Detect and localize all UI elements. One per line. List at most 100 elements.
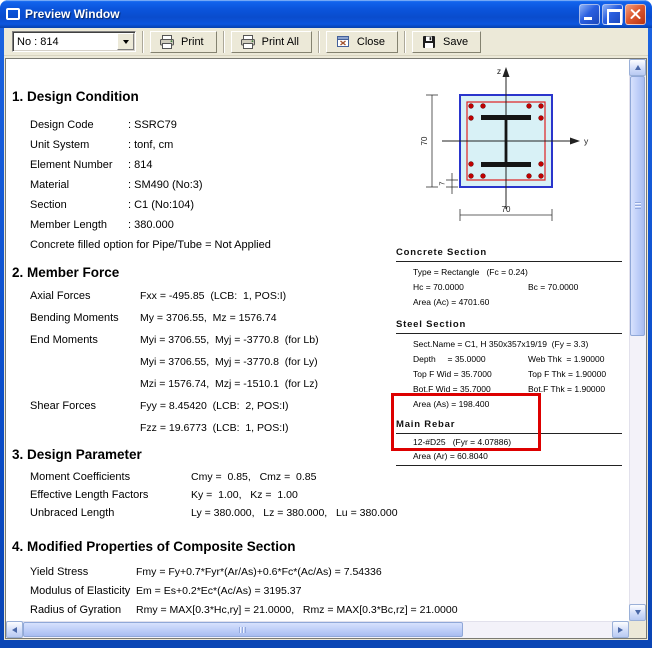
steel-bot-f-thk: Bot.F Thk = 1.90000 bbox=[528, 384, 605, 394]
report-page: 1. Design Condition Design Code : SSRC79… bbox=[6, 59, 629, 621]
row-value: : SM490 (No:3) bbox=[128, 179, 203, 191]
concrete-section-title: Concrete Section bbox=[396, 247, 622, 262]
row-label: Section bbox=[30, 199, 67, 211]
z-axis-label: z bbox=[497, 66, 501, 76]
horizontal-scrollbar[interactable] bbox=[6, 621, 629, 638]
row-formula: Fzz = 19.6773 (LCB: 1, POS:I) bbox=[140, 422, 289, 434]
row-label: Yield Stress bbox=[30, 566, 88, 578]
row-formula: Ky = 1.00, Kz = 1.00 bbox=[191, 489, 298, 501]
steel-top-f-thk: Top F Thk = 1.90000 bbox=[528, 369, 606, 379]
preview-area: 1. Design Condition Design Code : SSRC79… bbox=[5, 58, 647, 639]
row-label: End Moments bbox=[30, 334, 98, 346]
row-label: Modulus of Elasticity bbox=[30, 585, 130, 597]
row-formula: Ly = 380.000, Lz = 380.000, Lu = 380.000 bbox=[191, 507, 398, 519]
row-formula: Myi = 3706.55, Myj = -3770.8 (for Lb) bbox=[140, 334, 319, 346]
z-axis-arrow bbox=[503, 67, 510, 77]
row-label: Effective Length Factors bbox=[30, 489, 148, 501]
cover-dim-label: 7 bbox=[438, 181, 447, 185]
arrow-left-icon bbox=[12, 627, 17, 633]
minimize-button[interactable] bbox=[579, 4, 600, 25]
main-rebar-closing-rule bbox=[396, 465, 622, 466]
arrow-down-icon bbox=[635, 610, 641, 615]
row-formula: Mzi = 1576.74, Mzj = -1510.1 (for Lz) bbox=[140, 378, 318, 390]
width-dim-label: 70 bbox=[502, 205, 511, 214]
main-rebar-title: Main Rebar bbox=[396, 419, 622, 434]
section-title-member-force: 2. Member Force bbox=[12, 265, 119, 280]
row-value: : 380.000 bbox=[128, 219, 174, 231]
row-label: Moment Coefficients bbox=[30, 471, 130, 483]
steel-top-f-wid: Top F Wid = 35.7000 bbox=[413, 369, 492, 379]
section-title-modified-properties: 4. Modified Properties of Composite Sect… bbox=[12, 539, 296, 554]
chevron-down-icon bbox=[123, 40, 129, 44]
combo-dropdown-button[interactable] bbox=[117, 33, 134, 50]
section-title-design-parameter: 3. Design Parameter bbox=[12, 447, 142, 462]
row-label: Radius of Gyration bbox=[30, 604, 121, 616]
row-label: Shear Forces bbox=[30, 400, 96, 412]
row-value: : tonf, cm bbox=[128, 139, 173, 151]
row-label: Element Number bbox=[30, 159, 113, 171]
scroll-right-button[interactable] bbox=[612, 621, 629, 638]
close-icon[interactable] bbox=[625, 4, 646, 25]
row-formula: Myi = 3706.55, Myj = -3770.8 (for Ly) bbox=[140, 356, 318, 368]
toolbar-separator bbox=[223, 31, 225, 53]
height-dim-label: 70 bbox=[420, 136, 429, 145]
element-number-select[interactable]: No : 814 bbox=[12, 31, 136, 52]
preview-window: Preview Window No : 814 Print Print bbox=[0, 0, 652, 648]
steel-web-thk: Web Thk = 1.90000 bbox=[528, 354, 604, 364]
printer-icon bbox=[159, 34, 175, 50]
steel-area: Area (As) = 198.400 bbox=[413, 399, 489, 409]
arrow-right-icon bbox=[618, 627, 623, 633]
scrollbar-corner bbox=[629, 621, 646, 638]
title-bar[interactable]: Preview Window bbox=[0, 0, 652, 28]
print-all-button-label: Print All bbox=[262, 36, 299, 48]
concrete-type: Type = Rectangle (Fc = 0.24) bbox=[413, 267, 528, 277]
row-formula: Cmy = 0.85, Cmz = 0.85 bbox=[191, 471, 316, 483]
section-diagram: 70 z bbox=[396, 63, 622, 237]
row-formula: Fyy = 8.45420 (LCB: 2, POS:I) bbox=[140, 400, 289, 412]
concrete-bc: Bc = 70.0000 bbox=[528, 282, 578, 292]
section-title-design-condition: 1. Design Condition bbox=[12, 89, 139, 104]
vertical-scroll-thumb[interactable] bbox=[630, 76, 645, 336]
row-label: Unbraced Length bbox=[30, 507, 114, 519]
concrete-area: Area (Ac) = 4701.60 bbox=[413, 297, 489, 307]
row-label: Axial Forces bbox=[30, 290, 91, 302]
close-window-icon bbox=[335, 34, 351, 50]
row-label: Bending Moments bbox=[30, 312, 119, 324]
floppy-disk-icon bbox=[421, 34, 437, 50]
row-formula: Em = Es+0.2*Ec*(Ac/As) = 3195.37 bbox=[136, 585, 301, 597]
row-label: Member Length bbox=[30, 219, 107, 231]
printer-icon bbox=[240, 34, 256, 50]
steel-section-title: Steel Section bbox=[396, 319, 622, 334]
main-rebar-area: Area (Ar) = 60.8040 bbox=[413, 451, 488, 461]
row-formula: My = 3706.55, Mz = 1576.74 bbox=[140, 312, 277, 324]
vertical-scrollbar[interactable] bbox=[629, 59, 646, 621]
close-button-label: Close bbox=[357, 36, 385, 48]
row-label: Material bbox=[30, 179, 69, 191]
element-number-value: No : 814 bbox=[13, 36, 117, 48]
arrow-up-icon bbox=[635, 65, 641, 70]
save-button[interactable]: Save bbox=[412, 31, 481, 53]
horizontal-scroll-thumb[interactable] bbox=[23, 622, 463, 637]
close-preview-button[interactable]: Close bbox=[326, 31, 398, 53]
print-button[interactable]: Print bbox=[150, 31, 217, 53]
row-formula: Rmy = MAX[0.3*Hc,ry] = 21.0000, Rmz = MA… bbox=[136, 604, 458, 616]
scroll-left-button[interactable] bbox=[6, 621, 23, 638]
print-all-button[interactable]: Print All bbox=[231, 31, 312, 53]
concrete-hc: Hc = 70.0000 bbox=[413, 282, 464, 292]
toolbar-separator bbox=[318, 31, 320, 53]
row-label: Unit System bbox=[30, 139, 89, 151]
maximize-button[interactable] bbox=[602, 4, 623, 25]
steel-sect-name: Sect.Name = C1, H 350x357x19/19 (Fy = 3.… bbox=[413, 339, 588, 349]
concrete-filled-note: Concrete filled option for Pipe/Tube = N… bbox=[30, 239, 271, 251]
scroll-down-button[interactable] bbox=[629, 604, 646, 621]
print-button-label: Print bbox=[181, 36, 204, 48]
cover-dimension bbox=[446, 173, 458, 194]
save-button-label: Save bbox=[443, 36, 468, 48]
row-label: Design Code bbox=[30, 119, 94, 131]
scroll-up-button[interactable] bbox=[629, 59, 646, 76]
window-client-area: No : 814 Print Print All Close bbox=[4, 28, 648, 640]
y-axis-arrow bbox=[570, 138, 580, 145]
caption-buttons bbox=[579, 4, 646, 25]
y-axis-label: y bbox=[584, 136, 589, 146]
row-value: : 814 bbox=[128, 159, 152, 171]
